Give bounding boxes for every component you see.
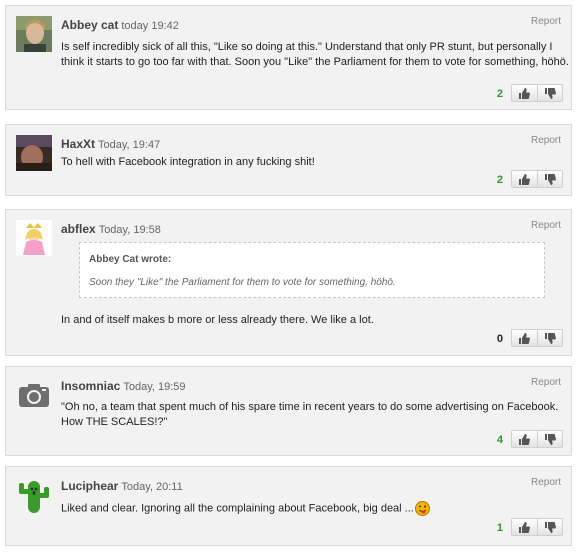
- cactuar-icon: [16, 477, 52, 513]
- report-link[interactable]: Report: [531, 477, 561, 488]
- report-link[interactable]: Report: [531, 220, 561, 231]
- comment-author[interactable]: HaxXt Today, 19:47: [61, 137, 160, 151]
- author-name[interactable]: Abbey cat: [61, 18, 118, 32]
- thumbs-up-icon: [519, 87, 531, 99]
- comment-line: In and of itself makes b more or less al…: [61, 314, 374, 326]
- upvote-button[interactable]: [512, 519, 537, 535]
- comment-line: How THE SCALES!?": [61, 416, 168, 428]
- report-link[interactable]: Report: [531, 377, 561, 388]
- downvote-button[interactable]: [536, 519, 563, 535]
- avatar[interactable]: [16, 16, 52, 52]
- comment-time: Today, 19:58: [98, 224, 161, 236]
- vote-score: 4: [496, 434, 503, 446]
- author-name[interactable]: HaxXt: [61, 137, 95, 151]
- comment-card: HaxXt Today, 19:47 Report To hell with Fa…: [5, 124, 572, 196]
- comment-text: Liked and clear. Ignoring all the compla…: [61, 501, 430, 516]
- comment-author[interactable]: Abbey cat today 19:42: [61, 18, 179, 32]
- tongue-smiley-icon: [414, 501, 430, 516]
- quote-text: Soon they "Like" the Parliament for them…: [89, 277, 396, 288]
- camera-icon: [16, 377, 52, 413]
- thumbs-down-icon: [544, 521, 556, 533]
- comment-author[interactable]: Insomniac Today, 19:59: [61, 379, 186, 393]
- comment-card: abflex Today, 19:58 Report Abbey Cat wrot…: [5, 209, 572, 356]
- comment-time: Today, 19:47: [98, 139, 161, 151]
- author-name[interactable]: Luciphear: [61, 479, 118, 493]
- vote-buttons: [511, 329, 563, 347]
- downvote-button[interactable]: [536, 330, 563, 346]
- thumbs-down-icon: [544, 332, 556, 344]
- comment-line: To hell with Facebook integration in any…: [61, 156, 315, 168]
- avatar[interactable]: [16, 135, 52, 171]
- downvote-button[interactable]: [536, 85, 563, 101]
- thumbs-up-icon: [519, 332, 531, 344]
- comment-card: Abbey cat today 19:42 Report Is self incr…: [5, 5, 572, 110]
- thumbs-down-icon: [544, 173, 556, 185]
- avatar[interactable]: [16, 220, 52, 256]
- report-link[interactable]: Report: [531, 16, 561, 27]
- vote-buttons: [511, 430, 563, 448]
- vote-buttons: [511, 518, 563, 536]
- comment-text: To hell with Facebook integration in any…: [61, 155, 315, 170]
- vote-buttons: [511, 84, 563, 102]
- downvote-button[interactable]: [536, 171, 563, 187]
- upvote-button[interactable]: [512, 431, 537, 447]
- vote-score: 2: [496, 88, 503, 100]
- comment-line-text: Liked and clear. Ignoring all the compla…: [61, 502, 414, 515]
- comment-line: Liked and clear. Ignoring all the compla…: [61, 501, 430, 516]
- avatar[interactable]: [16, 377, 52, 413]
- thumbs-down-icon: [544, 87, 556, 99]
- thumbs-down-icon: [544, 433, 556, 445]
- report-link[interactable]: Report: [531, 135, 561, 146]
- vote-buttons: [511, 170, 563, 188]
- vote-score: 2: [496, 174, 503, 186]
- comment-text: "Oh no, a team that spent much of his sp…: [61, 400, 558, 430]
- quote-author: Abbey Cat wrote:: [89, 254, 172, 265]
- comment-line: Is self incredibly sick of all this, "Li…: [61, 41, 553, 53]
- upvote-button[interactable]: [512, 171, 537, 187]
- thumbs-up-icon: [519, 173, 531, 185]
- thumbs-up-icon: [519, 521, 531, 533]
- upvote-button[interactable]: [512, 85, 537, 101]
- comment-line: "Oh no, a team that spent much of his sp…: [61, 401, 559, 413]
- downvote-button[interactable]: [536, 431, 563, 447]
- comment-time: today 19:42: [121, 20, 179, 32]
- comment-time: Today, 20:11: [121, 481, 183, 493]
- comment-text: In and of itself makes b more or less al…: [61, 313, 374, 328]
- comment-time: Today, 19:59: [123, 381, 186, 393]
- comment-line: think it starts to go too far with that.…: [61, 56, 569, 68]
- comment-author[interactable]: Luciphear Today, 20:11: [61, 479, 183, 493]
- quote-block: Abbey Cat wrote: Soon they "Like" the Pa…: [79, 242, 545, 298]
- comment-author[interactable]: abflex Today, 19:58: [61, 222, 161, 236]
- author-name[interactable]: Insomniac: [61, 379, 120, 393]
- author-name[interactable]: abflex: [61, 222, 96, 236]
- vote-score: 0: [496, 333, 503, 345]
- upvote-button[interactable]: [512, 330, 537, 346]
- avatar[interactable]: [16, 477, 52, 513]
- comment-card: Luciphear Today, 20:11 Report Liked and c…: [5, 466, 572, 546]
- vote-score: 1: [496, 522, 503, 534]
- comment-text: Is self incredibly sick of all this, "Li…: [61, 40, 569, 70]
- comment-card: Insomniac Today, 19:59 Report "Oh no, a t…: [5, 366, 572, 456]
- thumbs-up-icon: [519, 433, 531, 445]
